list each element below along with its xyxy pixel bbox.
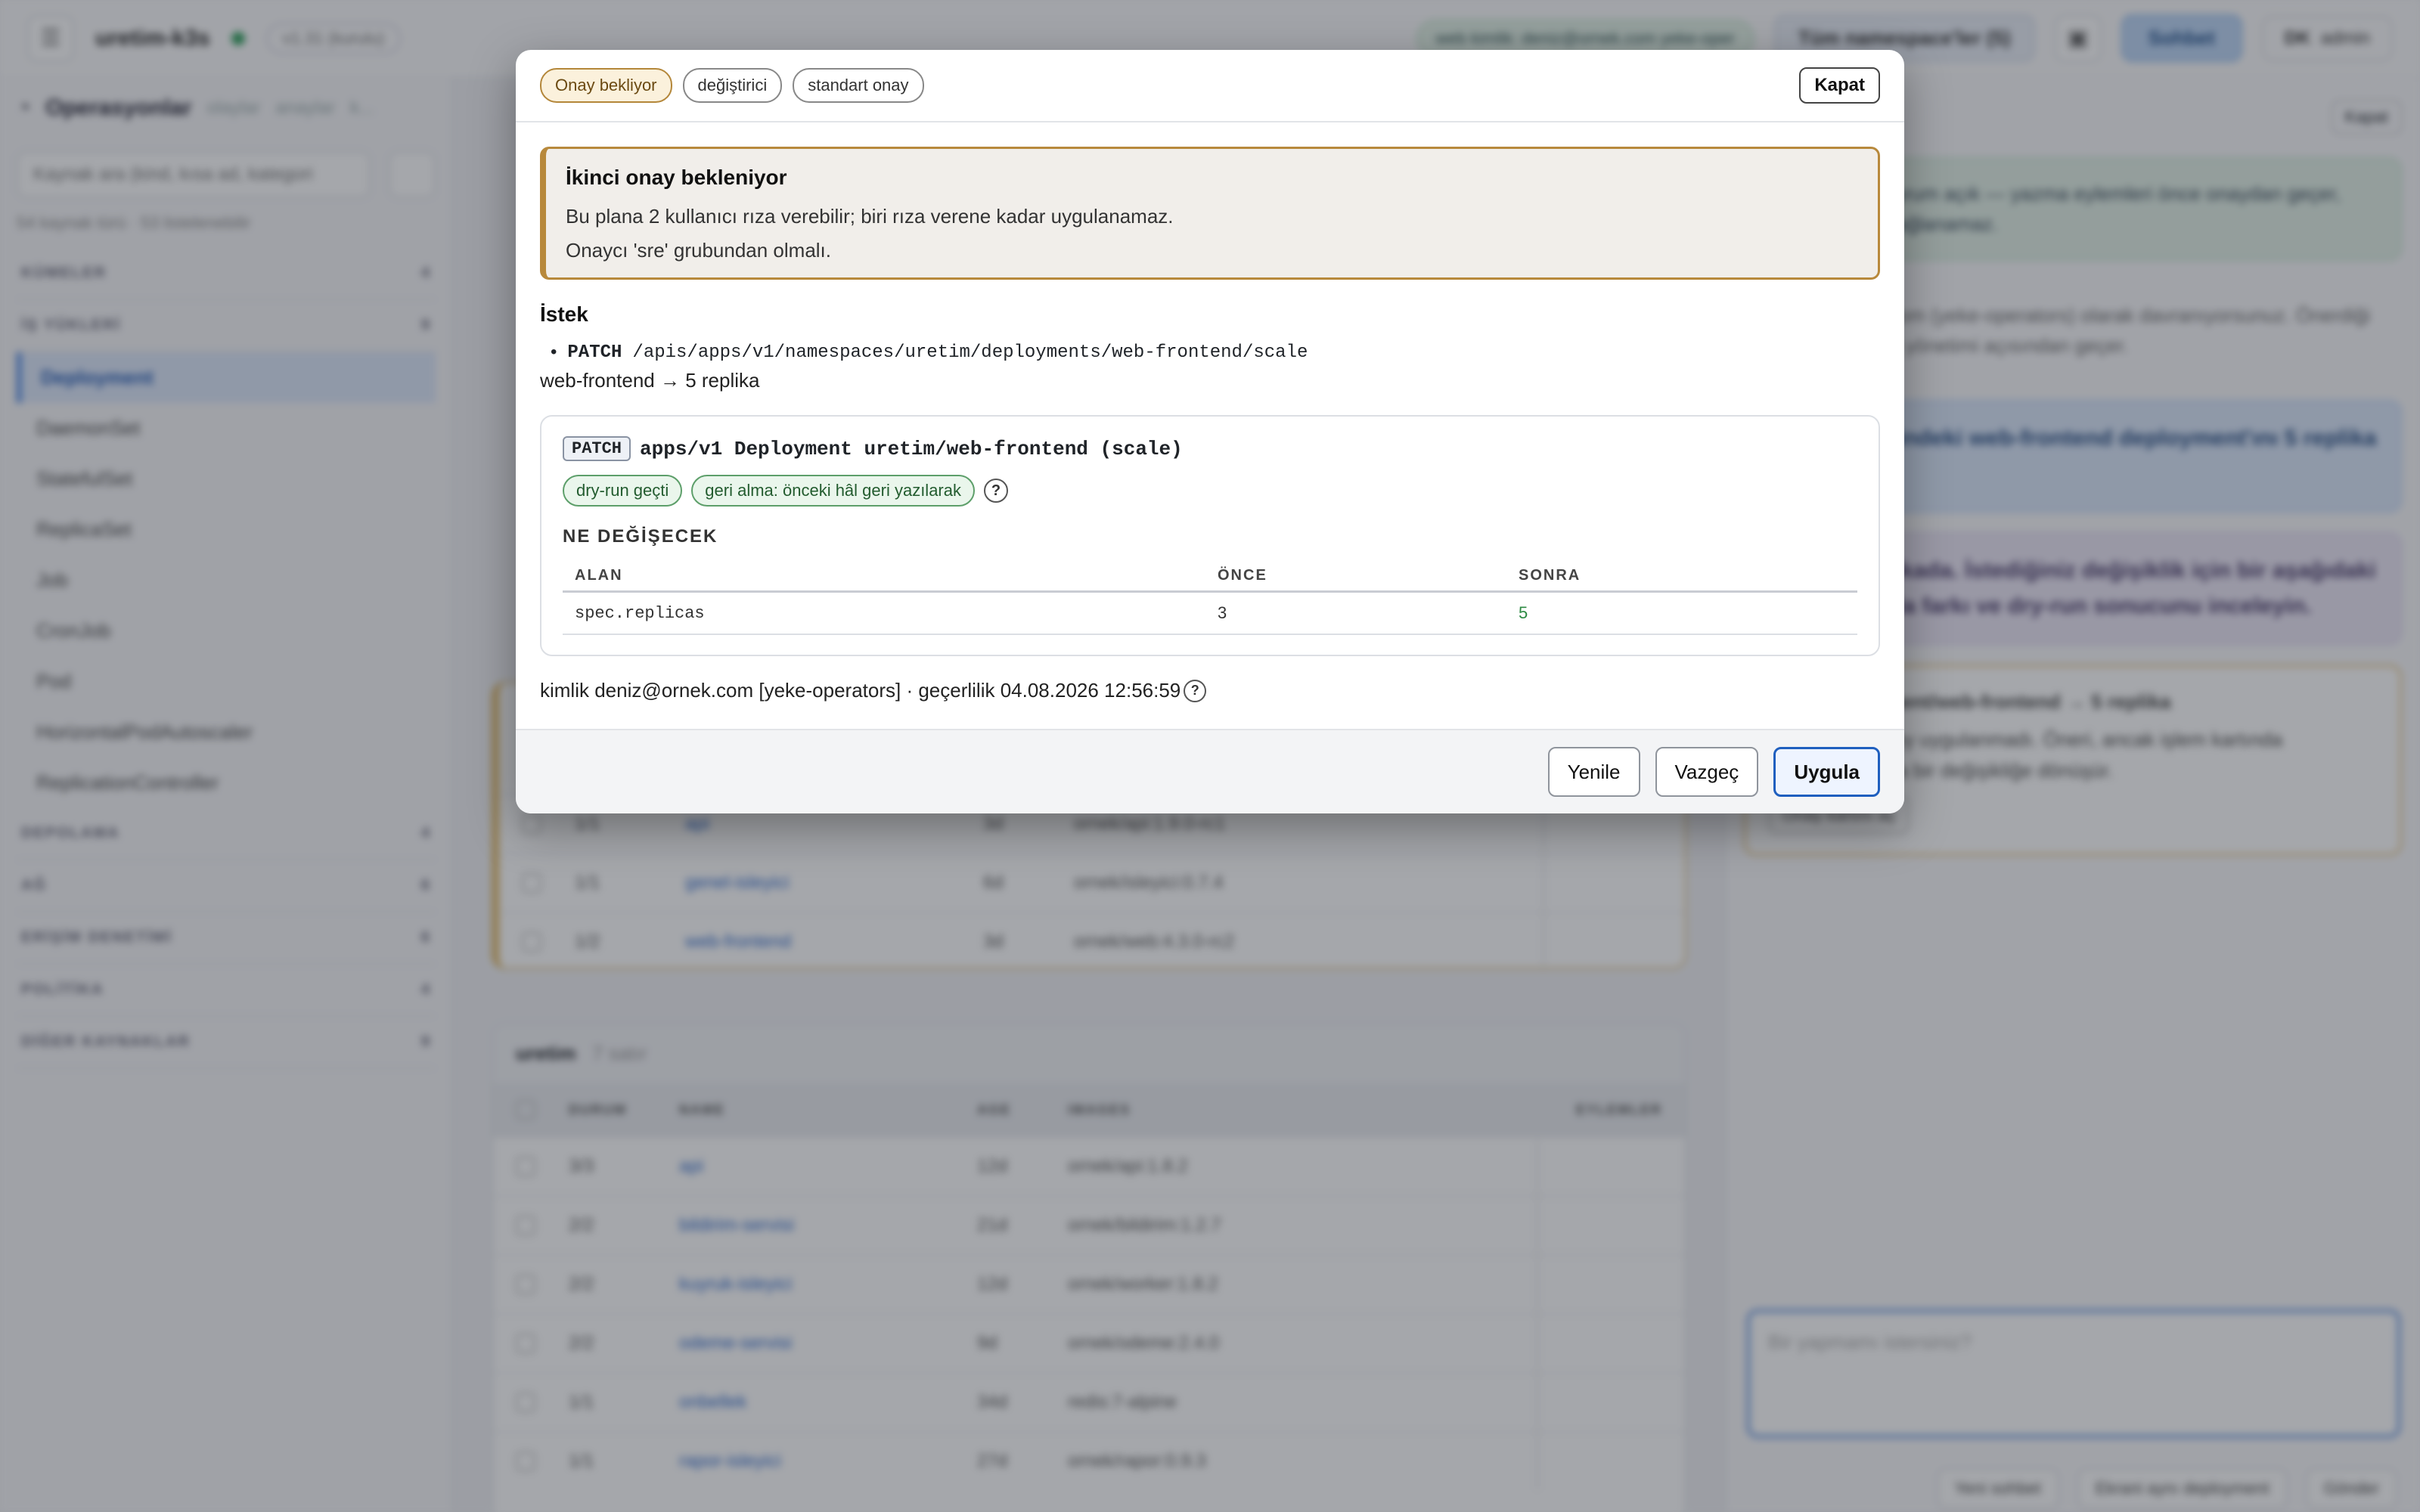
dry-run-chip: dry-run geçti — [563, 475, 683, 507]
help-icon[interactable]: ? — [1184, 679, 1207, 702]
request-heading: İstek — [540, 302, 588, 326]
identity-text: kimlik deniz@ornek.com [yeke-operators] … — [540, 679, 1181, 702]
col-after: SONRA — [1506, 561, 1857, 593]
approval-modal: Onay bekliyor değiştirici standart onay … — [516, 50, 1904, 813]
request-path: /apis/apps/v1/namespaces/uretim/deployme… — [632, 342, 1308, 363]
modal-header: Onay bekliyor değiştirici standart onay … — [516, 50, 1904, 122]
refresh-button[interactable]: Yenile — [1547, 747, 1640, 797]
operation-title-row: PATCH apps/v1 Deployment uretim/web-fron… — [563, 436, 1857, 461]
policy-badge: standart onay — [793, 68, 924, 103]
changes-table: ALAN ÖNCE SONRA spec.replicas 3 5 — [563, 561, 1857, 635]
kind-badge: değiştirici — [682, 68, 783, 103]
change-after: 5 — [1506, 591, 1857, 635]
change-before: 3 — [1205, 591, 1506, 635]
col-before: ÖNCE — [1205, 561, 1506, 593]
table-row: spec.replicas 3 5 — [563, 591, 1857, 635]
status-badge: Onay bekliyor — [540, 68, 672, 103]
change-field: spec.replicas — [563, 591, 1205, 635]
apply-button[interactable]: Uygula — [1773, 747, 1880, 797]
modal-footer: Yenile Vazgeç Uygula — [516, 729, 1904, 813]
help-icon[interactable]: ? — [984, 479, 1008, 503]
operation-title: apps/v1 Deployment uretim/web-frontend (… — [640, 437, 1183, 460]
changes-heading: NE DEĞİŞECEK — [563, 526, 718, 547]
request-verb: PATCH — [567, 342, 622, 363]
bullet: • — [551, 342, 557, 362]
warning-line: Onaycı 'sre' grubundan olmalı. — [566, 239, 831, 262]
operation-card: PATCH apps/v1 Deployment uretim/web-fron… — [540, 415, 1880, 656]
col-field: ALAN — [563, 561, 1205, 593]
identity-line: kimlik deniz@ornek.com [yeke-operators] … — [540, 679, 1880, 702]
second-approval-warning: İkinci onay bekleniyor Bu plana 2 kullan… — [540, 147, 1880, 280]
operation-verb: PATCH — [563, 436, 631, 461]
close-button[interactable]: Kapat — [1799, 67, 1880, 104]
rollback-chip: geri alma: önceki hâl geri yazılarak — [691, 475, 975, 507]
request-summary: web-frontend → 5 replika — [540, 369, 760, 392]
warning-title: İkinci onay bekleniyor — [566, 166, 787, 189]
operation-chips: dry-run geçti geri alma: önceki hâl geri… — [563, 475, 1857, 507]
warning-line: Bu plana 2 kullanıcı rıza verebilir; bir… — [566, 205, 1174, 228]
modal-body: İkinci onay bekleniyor Bu plana 2 kullan… — [516, 122, 1904, 727]
cancel-button[interactable]: Vazgeç — [1655, 747, 1759, 797]
request-line: • PATCH /apis/apps/v1/namespaces/uretim/… — [540, 342, 1880, 363]
